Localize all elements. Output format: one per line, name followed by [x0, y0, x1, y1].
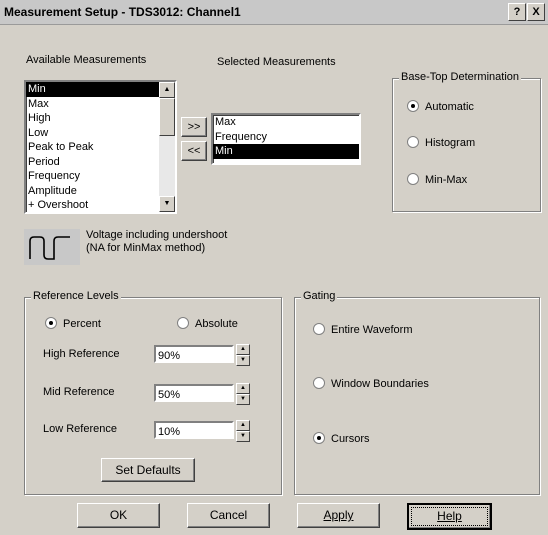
scroll-down-icon[interactable]: ▼: [159, 196, 175, 212]
radio-dot-icon: [313, 377, 325, 390]
high-reference-label: High Reference: [43, 348, 120, 360]
low-reference-spinner[interactable]: ▲ ▼: [236, 420, 250, 442]
radio-dot-icon: [313, 432, 325, 445]
help-button[interactable]: Help: [407, 503, 492, 530]
add-measurement-button[interactable]: >>: [181, 117, 207, 137]
spin-down-icon[interactable]: ▼: [236, 431, 250, 442]
list-item[interactable]: Min: [213, 144, 359, 159]
radio-dot-icon: [407, 100, 419, 113]
radio-dot-icon: [313, 323, 325, 336]
radio-dot-icon: [45, 317, 57, 330]
radio-window-boundaries[interactable]: Window Boundaries: [313, 377, 429, 390]
mid-reference-spinner[interactable]: ▲ ▼: [236, 383, 250, 405]
spin-down-icon[interactable]: ▼: [236, 355, 250, 366]
apply-button[interactable]: Apply: [297, 503, 380, 528]
description-line2: (NA for MinMax method): [86, 242, 206, 254]
list-item[interactable]: Frequency: [213, 130, 359, 145]
radio-percent[interactable]: Percent: [45, 317, 101, 330]
title-bar: Measurement Setup - TDS3012: Channel1 ? …: [0, 0, 548, 25]
gating-group: Gating Entire Waveform Window Boundaries…: [294, 290, 540, 495]
scroll-thumb[interactable]: [159, 98, 175, 136]
high-reference-spinner[interactable]: ▲ ▼: [236, 344, 250, 366]
radio-dot-icon: [407, 173, 419, 186]
base-top-label: Base-Top Determination: [399, 71, 522, 83]
list-item[interactable]: Amplitude: [26, 184, 175, 199]
high-reference-input[interactable]: 90%: [154, 345, 234, 363]
available-measurements-list[interactable]: Min Max High Low Peak to Peak Period Frequency…: [24, 80, 177, 214]
spin-down-icon[interactable]: ▼: [236, 394, 250, 405]
list-item[interactable]: Period: [26, 155, 175, 170]
list-item[interactable]: Min: [26, 82, 175, 97]
list-item[interactable]: Max: [26, 97, 175, 112]
description-line1: Voltage including undershoot: [86, 229, 228, 241]
low-reference-input[interactable]: 10%: [154, 421, 234, 439]
list-item[interactable]: Frequency: [26, 169, 175, 184]
list-item[interactable]: Low: [26, 126, 175, 141]
available-measurements-label: Available Measurements: [26, 54, 147, 66]
undershoot-waveform-icon: [24, 229, 80, 265]
remove-measurement-button[interactable]: <<: [181, 141, 207, 161]
radio-dot-icon: [177, 317, 189, 330]
spin-up-icon[interactable]: ▲: [236, 420, 250, 431]
help-title-button[interactable]: ?: [508, 3, 526, 21]
available-scrollbar[interactable]: ▲ ▼: [159, 82, 175, 212]
reference-levels-group: Reference Levels Percent Absolute High R…: [24, 290, 282, 495]
base-top-group: Base-Top Determination Automatic Histogr…: [392, 71, 541, 212]
radio-entire-waveform[interactable]: Entire Waveform: [313, 323, 413, 336]
mid-reference-label: Mid Reference: [43, 386, 115, 398]
set-defaults-button[interactable]: Set Defaults: [101, 458, 195, 482]
list-item[interactable]: Peak to Peak: [26, 140, 175, 155]
close-button[interactable]: X: [527, 3, 545, 21]
radio-dot-icon: [407, 136, 419, 149]
low-reference-label: Low Reference: [43, 423, 117, 435]
window-title: Measurement Setup - TDS3012: Channel1: [4, 5, 241, 19]
radio-automatic[interactable]: Automatic: [407, 100, 474, 113]
radio-histogram[interactable]: Histogram: [407, 136, 475, 149]
measurement-setup-dialog: Measurement Setup - TDS3012: Channel1 ? …: [0, 0, 548, 535]
help-button-label: Help: [437, 509, 462, 523]
scroll-up-icon[interactable]: ▲: [159, 82, 175, 98]
selected-measurements-list[interactable]: Max Frequency Min: [211, 113, 361, 165]
list-item[interactable]: High: [26, 111, 175, 126]
selected-measurements-label: Selected Measurements: [217, 56, 336, 68]
cancel-button[interactable]: Cancel: [187, 503, 270, 528]
ok-button[interactable]: OK: [77, 503, 160, 528]
spin-up-icon[interactable]: ▲: [236, 383, 250, 394]
list-item[interactable]: Max: [213, 115, 359, 130]
spin-up-icon[interactable]: ▲: [236, 344, 250, 355]
list-item[interactable]: + Overshoot: [26, 198, 175, 213]
radio-min-max[interactable]: Min-Max: [407, 173, 467, 186]
gating-label: Gating: [301, 290, 338, 302]
reference-levels-label: Reference Levels: [31, 290, 121, 302]
radio-cursors[interactable]: Cursors: [313, 432, 370, 445]
radio-absolute[interactable]: Absolute: [177, 317, 238, 330]
mid-reference-input[interactable]: 50%: [154, 384, 234, 402]
